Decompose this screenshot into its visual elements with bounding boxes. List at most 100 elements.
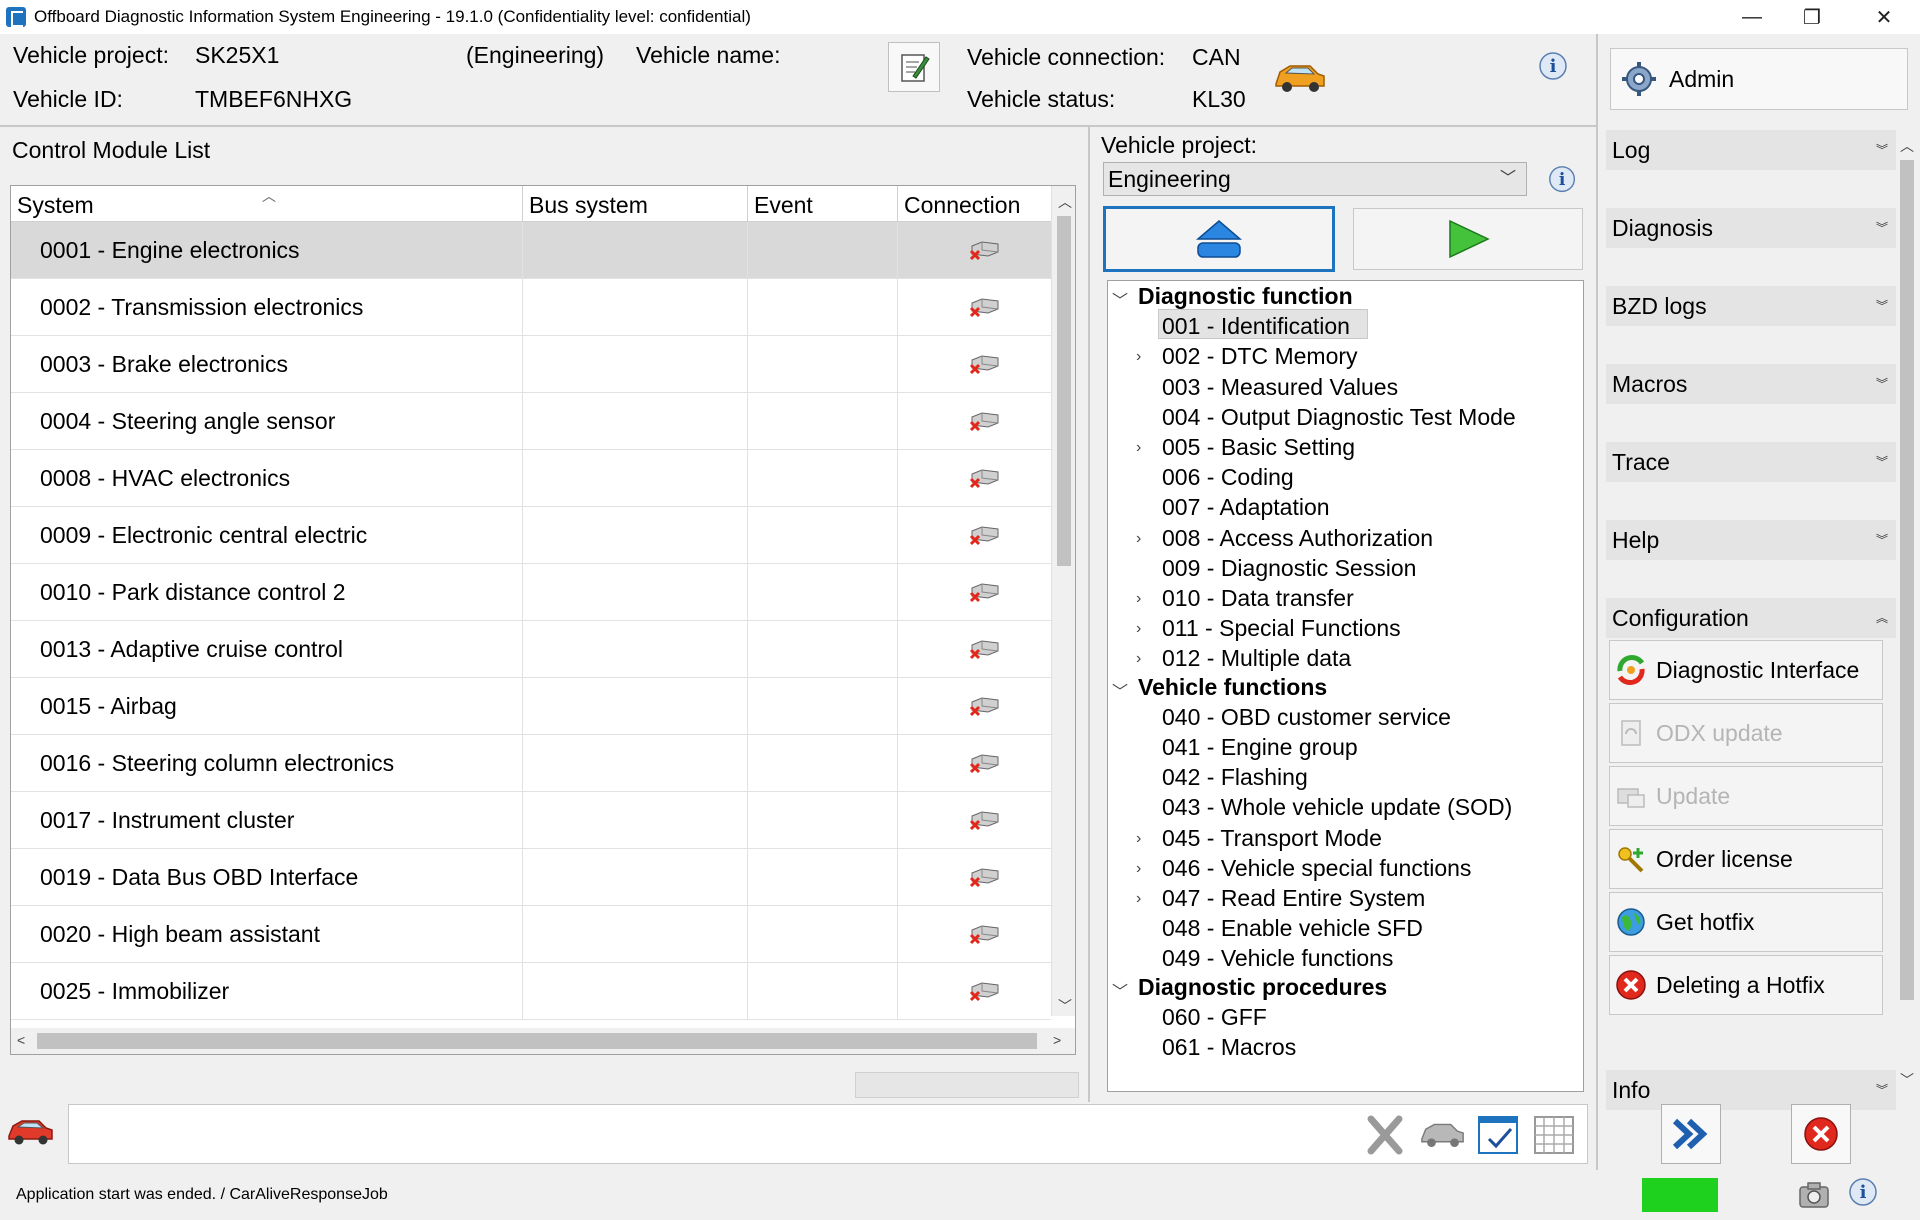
section-configuration[interactable]: Configuration ︽ — [1612, 598, 1898, 638]
right-scroll-down-icon[interactable]: ﹀ — [1900, 1070, 1914, 1090]
tree-item[interactable]: 061 - Macros — [1162, 1034, 1296, 1061]
chevron-right-icon[interactable]: › — [1136, 530, 1141, 548]
tree-item[interactable]: 006 - Coding — [1162, 464, 1294, 491]
exit-button[interactable] — [1791, 1104, 1851, 1164]
minimize-button[interactable]: — — [1724, 0, 1780, 34]
tree-group-veh_group[interactable]: Vehicle functions — [1138, 674, 1327, 701]
table-horizontal-scroll-thumb[interactable] — [37, 1033, 1037, 1049]
tree-item[interactable]: 010 - Data transfer — [1162, 585, 1354, 612]
chevron-right-icon[interactable]: › — [1136, 650, 1141, 668]
tree-item[interactable]: 060 - GFF — [1162, 1004, 1267, 1031]
chevron-right-icon[interactable]: › — [1136, 830, 1141, 848]
diagnostic-interface-button[interactable]: Diagnostic Interface — [1609, 640, 1883, 700]
close-window-button[interactable]: ✕ — [1856, 0, 1912, 34]
table-row[interactable]: 0003 - Brake electronics — [11, 336, 1051, 393]
table-row[interactable]: 0017 - Instrument cluster — [11, 792, 1051, 849]
table-row[interactable]: 0013 - Adaptive cruise control — [11, 621, 1051, 678]
grid-table-icon[interactable] — [1531, 1113, 1577, 1157]
camera-icon[interactable] — [1796, 1178, 1832, 1212]
eject-button[interactable] — [1103, 206, 1335, 272]
deleting-a-hotfix-button[interactable]: Deleting a Hotfix — [1609, 955, 1883, 1015]
tree-item[interactable]: 046 - Vehicle special functions — [1162, 855, 1471, 882]
tree-item[interactable]: 001 - Identification — [1162, 313, 1350, 340]
vehicle-project-select[interactable]: Engineering ﹀ — [1103, 162, 1527, 196]
order-license-button[interactable]: Order license — [1609, 829, 1883, 889]
chevron-right-icon[interactable]: › — [1136, 348, 1141, 366]
table-row[interactable]: 0002 - Transmission electronics — [11, 279, 1051, 336]
section-macros[interactable]: Macros ︾ — [1612, 364, 1898, 404]
tools-icon[interactable] — [1363, 1113, 1407, 1157]
chevron-right-icon[interactable]: › — [1136, 590, 1141, 608]
scroll-right-arrow-icon[interactable]: > — [1053, 1032, 1061, 1048]
vehicle-red-car-icon[interactable] — [6, 1114, 56, 1150]
table-row[interactable]: 0016 - Steering column electronics — [11, 735, 1051, 792]
right-panel-scroll-thumb[interactable] — [1900, 160, 1914, 1000]
tree-item[interactable]: 003 - Measured Values — [1162, 374, 1398, 401]
tree-item[interactable]: 002 - DTC Memory — [1162, 343, 1358, 370]
chevron-down-icon[interactable]: ﹀ — [1112, 287, 1128, 311]
column-header-connection[interactable]: Connection — [898, 186, 1051, 222]
tree-item[interactable]: 042 - Flashing — [1162, 764, 1308, 791]
tree-item[interactable]: 040 - OBD customer service — [1162, 704, 1451, 731]
vehicle-gray-icon[interactable] — [1419, 1117, 1467, 1153]
tree-item[interactable]: 049 - Vehicle functions — [1162, 945, 1393, 972]
section-trace[interactable]: Trace ︾ — [1612, 442, 1898, 482]
tree-item[interactable]: 048 - Enable vehicle SFD — [1162, 915, 1423, 942]
tree-item[interactable]: 004 - Output Diagnostic Test Mode — [1162, 404, 1516, 431]
scroll-down-arrow-icon[interactable]: ﹀ — [1058, 996, 1072, 1016]
tree-group-diag_group[interactable]: Diagnostic function — [1138, 283, 1353, 310]
chevron-right-icon[interactable]: › — [1136, 890, 1141, 908]
tree-group-proc_group[interactable]: Diagnostic procedures — [1138, 974, 1387, 1001]
get-hotfix-button[interactable]: Get hotfix — [1609, 892, 1883, 952]
section-bzd-logs[interactable]: BZD logs ︾ — [1612, 286, 1898, 326]
table-row[interactable]: 0015 - Airbag — [11, 678, 1051, 735]
tree-item[interactable]: 043 - Whole vehicle update (SOD) — [1162, 794, 1512, 821]
section-diagnosis[interactable]: Diagnosis ︾ — [1612, 208, 1898, 248]
right-scroll-up-icon[interactable]: ︿ — [1900, 136, 1914, 156]
odx-update-button[interactable]: ODX update — [1609, 703, 1883, 763]
section-info[interactable]: Info ︾ — [1612, 1070, 1898, 1110]
status-info-icon[interactable]: i — [1846, 1176, 1882, 1212]
tree-item[interactable]: 045 - Transport Mode — [1162, 825, 1382, 852]
tree-item[interactable]: 011 - Special Functions — [1162, 615, 1401, 642]
table-vertical-scrollbar[interactable]: ︿ ﹀ — [1051, 186, 1075, 1016]
table-row[interactable]: 0025 - Immobilizer — [11, 963, 1051, 1020]
tree-item[interactable]: 047 - Read Entire System — [1162, 885, 1425, 912]
restore-button[interactable]: ❐ — [1784, 0, 1840, 34]
chevron-right-icon[interactable]: › — [1136, 860, 1141, 878]
chevron-right-icon[interactable]: › — [1136, 620, 1141, 638]
chevron-right-icon[interactable]: › — [1136, 439, 1141, 457]
column-header-bus-system[interactable]: Bus system — [523, 186, 748, 222]
column-header-event[interactable]: Event — [748, 186, 898, 222]
table-row[interactable]: 0010 - Park distance control 2 — [11, 564, 1051, 621]
table-row[interactable]: 0008 - HVAC electronics — [11, 450, 1051, 507]
right-panel-scrollbar[interactable]: ︿ ﹀ — [1896, 134, 1918, 1094]
table-row[interactable]: 0001 - Engine electronics — [11, 222, 1051, 279]
scroll-up-arrow-icon[interactable]: ︿ — [1058, 192, 1072, 212]
tree-item[interactable]: 012 - Multiple data — [1162, 645, 1351, 672]
table-vertical-scroll-thumb[interactable] — [1057, 216, 1071, 566]
tree-item[interactable]: 041 - Engine group — [1162, 734, 1358, 761]
tree-item[interactable]: 008 - Access Authorization — [1162, 525, 1433, 552]
chevron-down-icon[interactable]: ﹀ — [1112, 978, 1128, 1002]
start-button[interactable] — [1353, 208, 1583, 270]
forward-button[interactable] — [1661, 1104, 1721, 1164]
table-row[interactable]: 0020 - High beam assistant — [11, 906, 1051, 963]
tree-item[interactable]: 007 - Adaptation — [1162, 494, 1330, 521]
section-log[interactable]: Log ︾ — [1612, 130, 1898, 170]
table-row[interactable]: 0019 - Data Bus OBD Interface — [11, 849, 1051, 906]
table-row[interactable]: 0004 - Steering angle sensor — [11, 393, 1051, 450]
update-button[interactable]: Update — [1609, 766, 1883, 826]
chevron-down-icon[interactable]: ﹀ — [1112, 678, 1128, 702]
checklist-icon[interactable] — [1475, 1113, 1521, 1157]
tree-item[interactable]: 005 - Basic Setting — [1162, 434, 1355, 461]
section-help[interactable]: Help ︾ — [1612, 520, 1898, 560]
admin-button[interactable]: Admin — [1610, 48, 1908, 110]
tree-item[interactable]: 009 - Diagnostic Session — [1162, 555, 1416, 582]
edit-vehicle-name-button[interactable] — [888, 42, 940, 92]
function-info-icon[interactable]: i — [1546, 164, 1580, 198]
table-horizontal-scrollbar[interactable]: < > — [11, 1028, 1075, 1054]
scroll-left-arrow-icon[interactable]: < — [17, 1032, 25, 1048]
table-row[interactable]: 0009 - Electronic central electric — [11, 507, 1051, 564]
info-icon[interactable]: i — [1536, 50, 1572, 86]
